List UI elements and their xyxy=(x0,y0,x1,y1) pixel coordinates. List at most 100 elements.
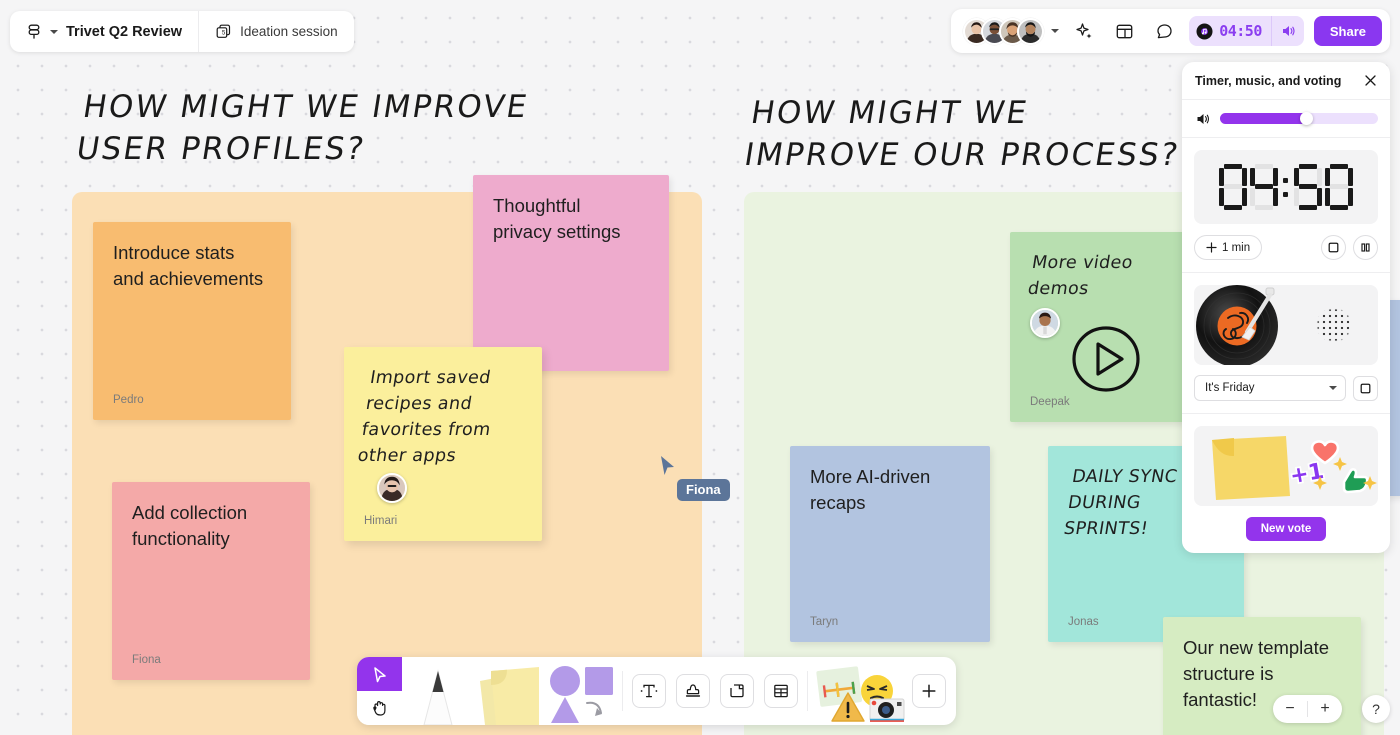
sticky-note-text: Introduce stats and achievements xyxy=(113,242,264,289)
section-tool[interactable] xyxy=(720,674,754,708)
timer-music-voting-panel: Timer, music, and voting 1 min It's Frid… xyxy=(1182,62,1390,553)
cursor-arrow-icon xyxy=(661,456,674,475)
clock-colon xyxy=(1281,164,1291,210)
pages-icon: 5 xyxy=(216,24,231,38)
sticky-note-collection[interactable]: Add collection functionality Fiona xyxy=(112,482,310,680)
zoom-out-button[interactable]: − xyxy=(1273,695,1307,723)
svg-text:5: 5 xyxy=(222,30,226,37)
vinyl-record-illustration xyxy=(1194,285,1378,365)
add-minute-button[interactable]: 1 min xyxy=(1194,235,1263,260)
timer-pill[interactable]: 04:50 xyxy=(1189,16,1304,46)
music-stop-button[interactable] xyxy=(1353,375,1378,401)
new-vote-button[interactable]: New vote xyxy=(1245,517,1327,541)
chevron-down-icon[interactable] xyxy=(1051,29,1060,33)
stamp-tool-icon xyxy=(685,684,701,697)
comment-button[interactable] xyxy=(1149,16,1179,46)
help-button[interactable]: ? xyxy=(1362,695,1390,723)
timer-pill-main[interactable]: 04:50 xyxy=(1189,22,1271,40)
stickers-widgets-icon xyxy=(816,666,905,722)
zoom-in-button[interactable]: + xyxy=(1308,695,1342,723)
top-toolbar: 04:50 Share xyxy=(951,9,1390,53)
sticky-note-text: Add collection functionality xyxy=(132,502,248,549)
avatar xyxy=(1030,308,1060,338)
stickers-widgets-tool[interactable] xyxy=(812,657,908,725)
timer-controls: 1 min xyxy=(1194,235,1378,260)
volume-slider[interactable] xyxy=(1220,112,1378,125)
volume-slider-knob[interactable] xyxy=(1299,112,1313,125)
timer-pause-button[interactable] xyxy=(1353,235,1378,260)
sticky-note-text: Import saved recipes and favorites from … xyxy=(356,368,493,466)
pen-tool[interactable] xyxy=(402,657,474,725)
sticky-note-stats[interactable]: Introduce stats and achievements Pedro xyxy=(93,222,291,420)
table-tool-icon xyxy=(774,684,788,698)
speaker-grille-icon xyxy=(1309,301,1359,349)
hand-tool[interactable] xyxy=(357,691,402,725)
shapes-tool-icon xyxy=(550,666,613,723)
chevron-down-icon[interactable] xyxy=(50,29,58,34)
panel-header: Timer, music, and voting xyxy=(1182,62,1390,100)
remote-cursor-label: Fiona xyxy=(677,479,730,501)
close-icon[interactable] xyxy=(1363,73,1378,88)
sticky-note-author: Taryn xyxy=(810,616,839,628)
plus-icon xyxy=(1206,242,1217,253)
toolbar-divider xyxy=(807,671,808,711)
thumbs-up-sticker xyxy=(1342,468,1377,494)
seven-segment-clock xyxy=(1219,164,1353,210)
sticky-note-author: Jonas xyxy=(1068,616,1099,628)
pause-icon xyxy=(1361,243,1370,252)
sticky-note-privacy[interactable]: Thoughtful privacy settings xyxy=(473,175,669,371)
sticky-note-author: Deepak xyxy=(1030,396,1070,408)
timer-stop-button[interactable] xyxy=(1321,235,1346,260)
panel-timer-section: 1 min xyxy=(1182,138,1390,273)
voting-stickers-illustration: +1 xyxy=(1194,426,1378,506)
music-disc-icon xyxy=(1196,23,1213,39)
plus-one-badge: +1 xyxy=(1287,457,1328,491)
add-more-tools-button[interactable] xyxy=(912,674,946,708)
table-tool[interactable] xyxy=(764,674,798,708)
sticky-note-tool-icon xyxy=(480,667,539,725)
sticky-note-tool[interactable] xyxy=(474,657,546,725)
sticky-note-ai-recaps[interactable]: More AI-driven recaps Taryn xyxy=(790,446,990,642)
collaborator-avatars[interactable] xyxy=(963,17,1060,45)
sticky-note-author: Fiona xyxy=(132,654,161,666)
add-minute-label: 1 min xyxy=(1222,241,1251,254)
page-name: Ideation session xyxy=(240,24,338,39)
share-button[interactable]: Share xyxy=(1313,16,1382,46)
page-selector[interactable]: 5 Ideation session xyxy=(199,11,354,52)
avatar[interactable] xyxy=(1017,17,1045,45)
text-tool[interactable] xyxy=(632,674,666,708)
timer-sound-button[interactable] xyxy=(1272,23,1304,39)
cursor-tool-group[interactable] xyxy=(357,657,402,725)
sticky-note-author: Pedro xyxy=(113,394,144,406)
camera-sticker xyxy=(869,698,905,722)
shapes-tool[interactable] xyxy=(546,657,618,725)
toolbar-divider xyxy=(622,671,623,711)
sticky-note-author: Himari xyxy=(364,515,398,527)
layout-button[interactable] xyxy=(1109,16,1139,46)
timer-value: 04:50 xyxy=(1219,22,1262,40)
ai-sparkle-button[interactable] xyxy=(1069,16,1099,46)
document-title-group[interactable]: Trivet Q2 Review xyxy=(10,11,198,52)
speaker-icon xyxy=(1282,26,1295,36)
stop-square-icon xyxy=(1328,242,1339,253)
panel-volume-row xyxy=(1182,100,1390,138)
document-titlebar: Trivet Q2 Review 5 Ideation session xyxy=(10,11,354,52)
sticky-note-text: More AI-driven recaps xyxy=(810,466,931,513)
document-title: Trivet Q2 Review xyxy=(66,23,183,40)
comment-bubble-icon xyxy=(1157,23,1172,38)
track-select[interactable]: It's Friday xyxy=(1194,375,1346,401)
sticky-note-import[interactable]: Import saved recipes and favorites from … xyxy=(344,347,542,541)
timer-display xyxy=(1194,150,1378,224)
clock-digit xyxy=(1219,164,1247,210)
hand-drawn-play-icon xyxy=(1072,326,1140,392)
plus-icon xyxy=(922,684,936,698)
bottom-toolbar xyxy=(357,657,956,725)
stamp-tool[interactable] xyxy=(676,674,710,708)
select-tool[interactable] xyxy=(357,657,402,691)
avatar xyxy=(377,473,407,503)
layout-grid-icon xyxy=(1116,24,1133,38)
pen-tool-icon xyxy=(423,669,453,725)
panel-music-section: It's Friday xyxy=(1182,273,1390,414)
hand-pan-icon xyxy=(373,700,386,716)
zoom-controls: − + xyxy=(1273,695,1342,723)
